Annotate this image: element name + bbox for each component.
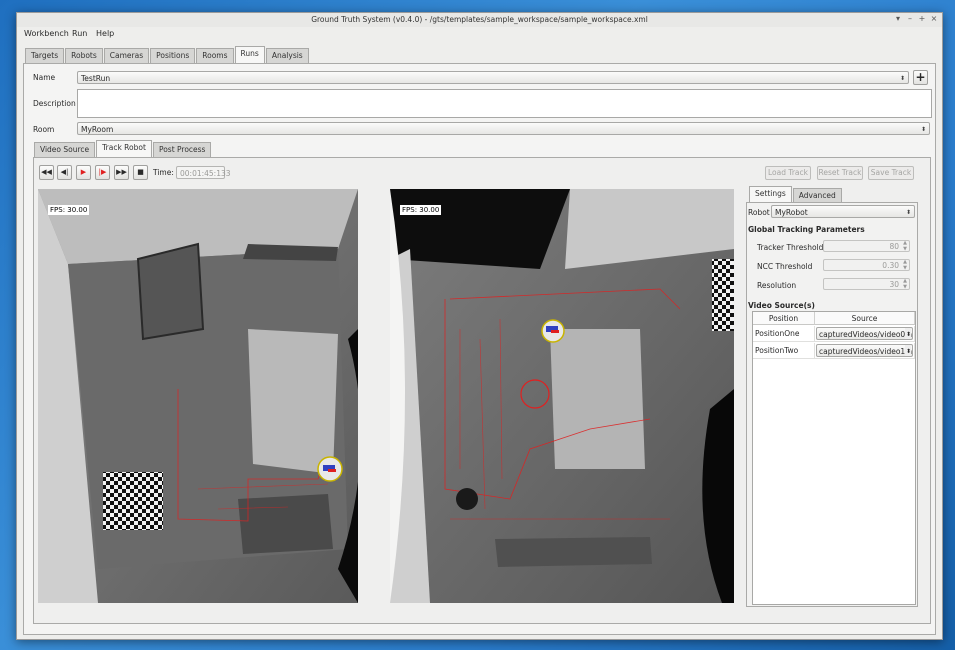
- spin-arrows-icon: ▲ ▼: [903, 259, 907, 271]
- camera-frame-two: [390, 189, 734, 603]
- minimize-icon[interactable]: –: [905, 14, 915, 23]
- app-window: Ground Truth System (v0.4.0) - /gts/temp…: [16, 12, 943, 640]
- tab-robots[interactable]: Robots: [65, 48, 103, 63]
- fps-readout: FPS: 30.00: [48, 205, 90, 215]
- stop-button[interactable]: ■: [133, 165, 148, 180]
- source-combo[interactable]: capturedVideos/video1.a ⬍: [816, 344, 913, 357]
- room-label: Room: [33, 125, 55, 134]
- spin-arrows-icon: ▲ ▼: [903, 240, 907, 252]
- close-icon[interactable]: ×: [929, 14, 939, 23]
- load-track-button[interactable]: Load Track: [765, 166, 811, 180]
- table-row-position[interactable]: PositionOne: [753, 326, 815, 342]
- room-value: MyRoom: [81, 125, 114, 134]
- camera-frame-one: [38, 189, 358, 603]
- main-tab-bar: Targets Robots Cameras Positions Rooms R…: [25, 46, 310, 63]
- table-row-source[interactable]: capturedVideos/video0.a ⬍: [815, 326, 915, 342]
- tab-post-process[interactable]: Post Process: [152, 142, 212, 157]
- ncc-threshold-spinbox[interactable]: 0.30 ▲ ▼: [823, 259, 910, 271]
- window-menu-icon[interactable]: ▾: [893, 14, 903, 23]
- tab-cameras[interactable]: Cameras: [103, 48, 150, 63]
- tab-track-robot[interactable]: Track Robot: [96, 140, 152, 157]
- time-display: 00:01:45:133: [176, 166, 231, 179]
- combo-spin-icon: ⬍: [899, 75, 905, 82]
- settings-tab-bar: Settings Advanced: [749, 186, 843, 203]
- tab-positions[interactable]: Positions: [150, 48, 196, 63]
- column-header-position[interactable]: Position: [753, 312, 815, 325]
- spin-arrows-icon: ▲ ▼: [903, 278, 907, 290]
- combo-spin-icon: ⬍: [905, 209, 911, 216]
- description-label: Description: [33, 99, 76, 108]
- tracker-threshold-label: Tracker Threshold: [757, 243, 824, 252]
- tab-advanced[interactable]: Advanced: [792, 188, 842, 203]
- room-combo[interactable]: MyRoom ⬍: [77, 122, 930, 135]
- tab-targets[interactable]: Targets: [25, 48, 65, 63]
- combo-spin-icon: ⬍: [904, 345, 911, 356]
- fast-forward-icon: ▶▶: [116, 168, 127, 176]
- stop-icon: ■: [137, 168, 144, 176]
- tab-settings[interactable]: Settings: [749, 186, 792, 203]
- menu-run[interactable]: Run: [72, 29, 87, 38]
- camera-view-one[interactable]: FPS: 30.00: [38, 189, 358, 603]
- resolution-spinbox[interactable]: 30 ▲ ▼: [823, 278, 910, 290]
- source-combo[interactable]: capturedVideos/video0.a ⬍: [816, 327, 913, 340]
- global-params-heading: Global Tracking Parameters: [748, 225, 865, 234]
- time-label: Time:: [153, 168, 174, 177]
- settings-panel: Robot MyRobot ⬍ Global Tracking Paramete…: [746, 202, 918, 607]
- tracker-threshold-spinbox[interactable]: 80 ▲ ▼: [823, 240, 910, 252]
- video-sources-table: Position Source PositionOne capturedVide…: [752, 311, 916, 605]
- play-icon: ▶: [80, 168, 87, 176]
- robot-value: MyRobot: [775, 208, 808, 217]
- title-bar[interactable]: Ground Truth System (v0.4.0) - /gts/temp…: [17, 13, 942, 27]
- ncc-threshold-label: NCC Threshold: [757, 262, 813, 271]
- tab-video-source[interactable]: Video Source: [34, 142, 96, 157]
- run-name-combo[interactable]: TestRun ⬍: [77, 71, 909, 84]
- save-track-button[interactable]: Save Track: [868, 166, 914, 180]
- fast-forward-button[interactable]: ▶▶: [114, 165, 129, 180]
- maximize-icon[interactable]: +: [917, 14, 927, 23]
- run-name-value: TestRun: [81, 74, 111, 83]
- menu-workbench[interactable]: Workbench: [24, 29, 69, 38]
- menu-help[interactable]: Help: [96, 29, 114, 38]
- description-field[interactable]: [77, 89, 932, 118]
- menu-bar: Workbench Run Help: [17, 27, 942, 43]
- video-sources-heading: Video Source(s): [748, 301, 815, 310]
- tab-runs[interactable]: Runs: [234, 46, 265, 63]
- tab-analysis[interactable]: Analysis: [265, 48, 309, 63]
- rewind-button[interactable]: ◀◀: [39, 165, 54, 180]
- column-header-source[interactable]: Source: [815, 312, 915, 325]
- step-forward-button[interactable]: |▶: [95, 165, 110, 180]
- combo-spin-icon: ⬍: [904, 328, 911, 339]
- step-back-icon: ◀|: [60, 168, 69, 176]
- resolution-label: Resolution: [757, 281, 797, 290]
- play-button[interactable]: ▶: [76, 165, 91, 180]
- step-forward-icon: |▶: [98, 168, 107, 176]
- rewind-icon: ◀◀: [41, 168, 52, 176]
- runs-panel: Name TestRun ⬍ + Description Room MyRoom…: [23, 63, 936, 635]
- window-title: Ground Truth System (v0.4.0) - /gts/temp…: [311, 15, 648, 24]
- name-label: Name: [33, 73, 56, 82]
- robot-combo[interactable]: MyRobot ⬍: [771, 205, 915, 218]
- tab-rooms[interactable]: Rooms: [196, 48, 234, 63]
- fps-readout: FPS: 30.00: [400, 205, 442, 215]
- camera-view-two[interactable]: FPS: 30.00: [390, 189, 734, 603]
- run-sub-tab-bar: Video Source Track Robot Post Process: [34, 140, 212, 157]
- combo-spin-icon: ⬍: [920, 126, 926, 133]
- table-row-position[interactable]: PositionTwo: [753, 343, 815, 359]
- table-row-source[interactable]: capturedVideos/video1.a ⬍: [815, 343, 915, 359]
- step-back-button[interactable]: ◀|: [57, 165, 72, 180]
- reset-track-button[interactable]: Reset Track: [817, 166, 863, 180]
- track-robot-panel: ◀◀ ◀| ▶ |▶ ▶▶ ■ Time: 00:01:45:133 Load …: [33, 157, 931, 624]
- add-run-button[interactable]: +: [913, 70, 928, 85]
- robot-label: Robot: [748, 208, 770, 217]
